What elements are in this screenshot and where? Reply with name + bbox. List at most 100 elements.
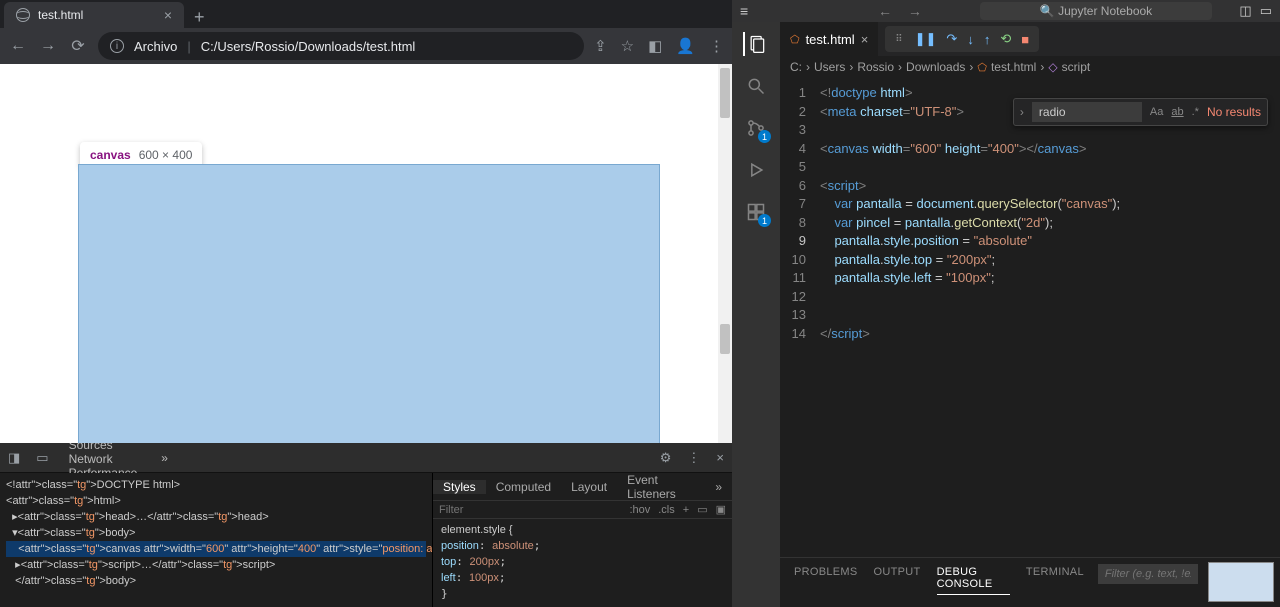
elements-line[interactable]: <attr">class="tg">canvas attr">width="60… xyxy=(6,541,426,557)
back-button[interactable]: ← xyxy=(8,37,28,55)
breadcrumb-item[interactable]: Downloads xyxy=(906,60,965,74)
nav-forward-icon[interactable]: → xyxy=(908,3,922,19)
line-number[interactable]: 1 xyxy=(780,84,820,103)
nav-back-icon[interactable]: ← xyxy=(878,3,892,19)
run-debug-icon[interactable] xyxy=(744,158,768,182)
layout-icon[interactable]: ◫ xyxy=(1239,3,1251,19)
device-icon[interactable]: ▭ xyxy=(28,450,56,466)
code-line[interactable]: 11 pantalla.style.left = "100px"; xyxy=(780,269,1280,288)
kebab-icon[interactable]: ⋮ xyxy=(679,450,708,466)
elements-line[interactable]: </attr">class="tg">body> xyxy=(6,573,426,589)
code-line[interactable]: 1<!doctype html> xyxy=(780,84,1280,103)
close-editor-icon[interactable]: × xyxy=(861,32,869,47)
command-center[interactable]: 🔍 Jupyter Notebook xyxy=(980,2,1212,20)
debug-toolbar[interactable]: ⠿ ❚❚ ↷ ↓ ↑ ⟲ ■ xyxy=(885,26,1039,52)
search-icon[interactable] xyxy=(744,74,768,98)
elements-tree[interactable]: <!attr">class="tg">DOCTYPE html><attr">c… xyxy=(0,473,432,607)
styles-filter-input[interactable] xyxy=(439,504,621,516)
forward-button[interactable]: → xyxy=(38,37,58,55)
devtools-tab-more[interactable]: » xyxy=(149,443,180,472)
code-editor[interactable]: 1<!doctype html>2<meta charset="UTF-8">3… xyxy=(780,78,1280,557)
code-line[interactable]: 5 xyxy=(780,158,1280,177)
reload-button[interactable]: ⟳ xyxy=(68,36,88,56)
styles-tab-event-listeners[interactable]: Event Listeners xyxy=(617,473,705,501)
scrollbar-thumb[interactable] xyxy=(720,68,730,118)
breadcrumb-item[interactable]: Users xyxy=(814,60,845,74)
devtools-tab-network[interactable]: Network xyxy=(57,452,150,466)
elements-line[interactable]: <attr">class="tg">html> xyxy=(6,493,426,509)
panel-tab-terminal[interactable]: TERMINAL xyxy=(1026,566,1084,595)
restart-icon[interactable]: ⟲ xyxy=(1000,31,1011,47)
line-number[interactable]: 11 xyxy=(780,269,820,288)
omnibox[interactable]: i Archivo | C:/Users/Rossio/Downloads/te… xyxy=(98,32,584,60)
hamburger-icon[interactable]: ≡ xyxy=(740,3,748,19)
code-line[interactable]: 6<script> xyxy=(780,177,1280,196)
breadcrumb-item[interactable]: test.html xyxy=(991,60,1036,74)
menu-icon[interactable]: ⋮ xyxy=(709,37,724,55)
code-line[interactable]: 8 var pincel = pantalla.getContext("2d")… xyxy=(780,214,1280,233)
sidepanel-icon[interactable]: ◧ xyxy=(648,37,662,55)
extensions-icon[interactable] xyxy=(744,200,768,224)
breadcrumb-item[interactable]: Rossio xyxy=(857,60,894,74)
breadcrumb-item[interactable]: C: xyxy=(790,60,802,74)
sidebar-toggle-icon[interactable]: ▣ xyxy=(716,503,726,516)
profile-icon[interactable]: 👤 xyxy=(676,37,695,55)
step-into-icon[interactable]: ↓ xyxy=(967,32,974,47)
hov-toggle[interactable]: :hov xyxy=(629,504,650,516)
explorer-icon[interactable] xyxy=(743,32,767,56)
canvas-element[interactable] xyxy=(78,164,660,443)
line-number[interactable]: 14 xyxy=(780,325,820,344)
code-line[interactable]: 3 xyxy=(780,121,1280,140)
pause-icon[interactable]: ❚❚ xyxy=(915,31,937,47)
code-line[interactable]: 12 xyxy=(780,288,1280,307)
scrollbar-thumb[interactable] xyxy=(720,324,730,354)
site-info-icon[interactable]: i xyxy=(110,39,124,53)
cls-toggle[interactable]: .cls xyxy=(658,504,675,516)
line-number[interactable]: 3 xyxy=(780,121,820,140)
browser-tab[interactable]: test.html × xyxy=(4,2,184,28)
code-line[interactable]: 2<meta charset="UTF-8"> xyxy=(780,103,1280,122)
styles-tab-more[interactable]: » xyxy=(705,480,732,494)
panel-tab-output[interactable]: OUTPUT xyxy=(874,566,921,595)
new-tab-button[interactable]: + xyxy=(184,7,215,28)
panel-filter-input[interactable] xyxy=(1098,564,1198,584)
line-number[interactable]: 2 xyxy=(780,103,820,122)
drag-handle-icon[interactable]: ⠿ xyxy=(895,34,904,45)
breadcrumb[interactable]: C: › Users › Rossio › Downloads › ⬠ test… xyxy=(780,56,1280,78)
styles-tab-layout[interactable]: Layout xyxy=(561,480,617,494)
panel-tab-debug-console[interactable]: DEBUG CONSOLE xyxy=(937,566,1010,595)
step-out-icon[interactable]: ↑ xyxy=(984,32,991,47)
code-line[interactable]: 14</script> xyxy=(780,325,1280,344)
elements-line[interactable]: ▸<attr">class="tg">head>…</attr">class="… xyxy=(6,509,426,525)
line-number[interactable]: 12 xyxy=(780,288,820,307)
code-line[interactable]: 13 xyxy=(780,306,1280,325)
editor-tab[interactable]: ⬠ test.html × xyxy=(780,22,879,56)
share-icon[interactable]: ⇪ xyxy=(594,37,607,55)
close-tab-icon[interactable]: × xyxy=(164,7,172,23)
elements-line[interactable]: ▾<attr">class="tg">body> xyxy=(6,525,426,541)
styles-tab-styles[interactable]: Styles xyxy=(433,480,486,494)
line-number[interactable]: 4 xyxy=(780,140,820,159)
line-number[interactable]: 8 xyxy=(780,214,820,233)
code-line[interactable]: 9 pantalla.style.position = "absolute" xyxy=(780,232,1280,251)
step-over-icon[interactable]: ↷ xyxy=(946,31,957,47)
inspect-icon[interactable]: ◨ xyxy=(0,450,28,466)
code-line[interactable]: 10 pantalla.style.top = "200px"; xyxy=(780,251,1280,270)
panel-tab-problems[interactable]: PROBLEMS xyxy=(794,566,858,595)
bookmark-icon[interactable]: ☆ xyxy=(621,37,634,55)
elements-line[interactable]: ▸<attr">class="tg">script>…</attr">class… xyxy=(6,557,426,573)
source-control-icon[interactable] xyxy=(744,116,768,140)
new-style-icon[interactable]: + xyxy=(683,504,689,516)
code-line[interactable]: 7 var pantalla = document.querySelector(… xyxy=(780,195,1280,214)
line-number[interactable]: 6 xyxy=(780,177,820,196)
line-number[interactable]: 5 xyxy=(780,158,820,177)
code-line[interactable]: 4<canvas width="600" height="400"></canv… xyxy=(780,140,1280,159)
scrollbar[interactable] xyxy=(718,64,732,443)
styles-tab-computed[interactable]: Computed xyxy=(486,480,561,494)
style-rules[interactable]: element.style { position: absolute; top:… xyxy=(433,519,732,605)
line-number[interactable]: 7 xyxy=(780,195,820,214)
close-devtools-icon[interactable]: × xyxy=(708,450,732,465)
line-number[interactable]: 13 xyxy=(780,306,820,325)
line-number[interactable]: 9 xyxy=(780,232,820,251)
settings-icon[interactable]: ⚙ xyxy=(652,450,680,466)
